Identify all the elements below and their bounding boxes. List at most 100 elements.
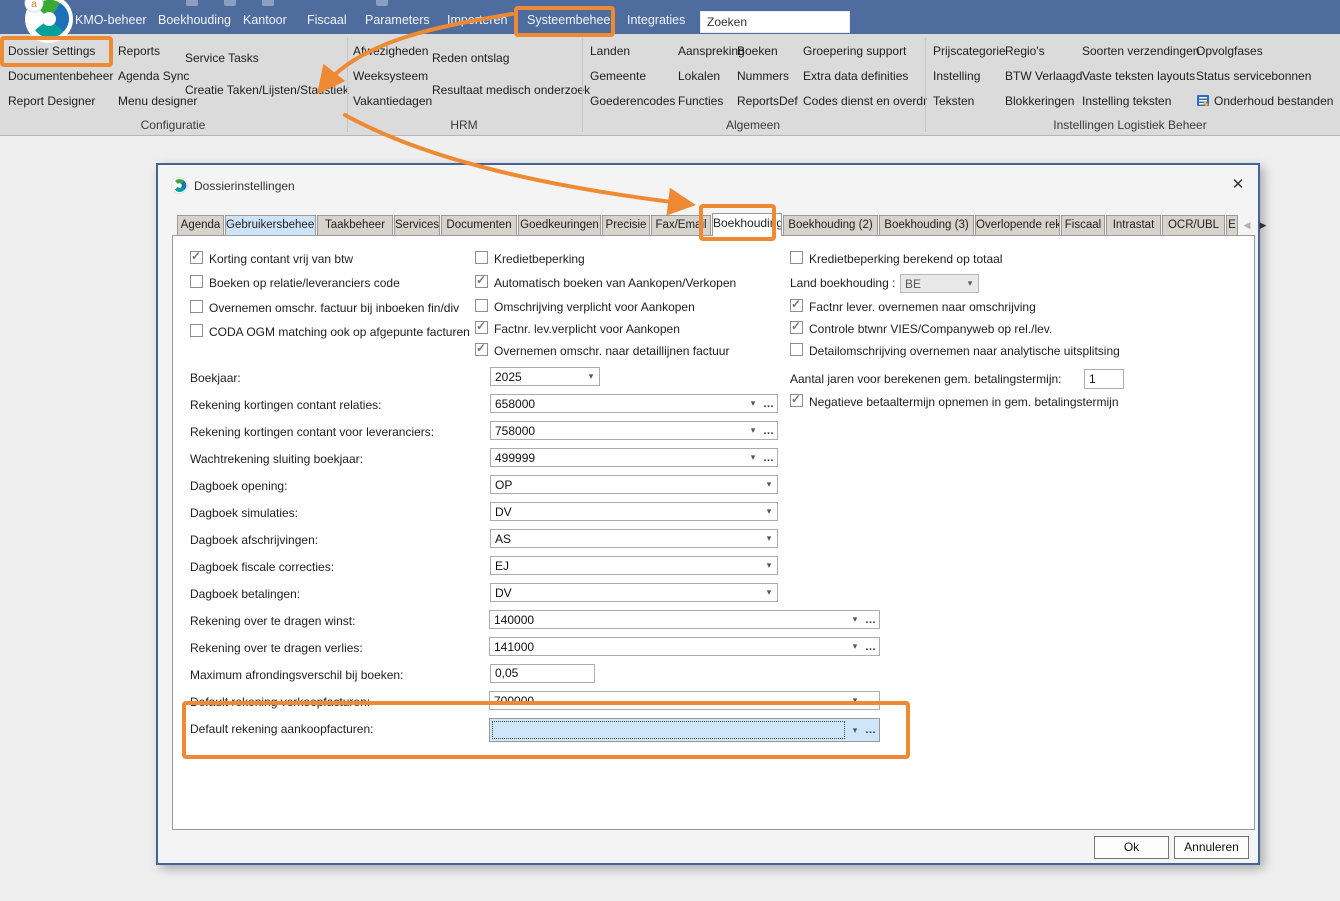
checkbox-controle-btwnr-vies[interactable]: ✓: [790, 321, 803, 334]
chevron-down-icon[interactable]: ▾: [761, 560, 777, 571]
ribbon-item-onderhoud-bestanden[interactable]: Onderhoud bestanden: [1214, 91, 1333, 111]
checkbox-negatieve-betaaltermijn[interactable]: ✓: [790, 394, 803, 407]
tab-scroll-left-icon[interactable]: ◀: [1239, 215, 1255, 236]
close-icon[interactable]: ✕: [1226, 173, 1250, 197]
ellipsis-button[interactable]: …: [761, 398, 777, 410]
chevron-down-icon[interactable]: ▾: [761, 506, 777, 517]
ribbon-item-functies[interactable]: Functies: [678, 91, 723, 111]
ribbon-item-status-servicebonnen[interactable]: Status servicebonnen: [1196, 66, 1311, 86]
tab-documenten[interactable]: Documenten: [441, 215, 517, 236]
ribbon-tab-importeren[interactable]: Importeren: [441, 9, 513, 32]
ellipsis-button[interactable]: …: [863, 695, 879, 707]
chevron-down-icon[interactable]: ▾: [761, 533, 777, 544]
ribbon-item-weeksysteem[interactable]: Weeksysteem: [353, 66, 428, 86]
ribbon-item-aanspreking[interactable]: Aanspreking: [678, 41, 745, 61]
rekening-verlies-combo[interactable]: 141000▾…: [489, 637, 880, 656]
ribbon-item-instelling[interactable]: Instelling: [933, 66, 980, 86]
ribbon-item-extra-data-definities[interactable]: Extra data definities: [803, 66, 908, 86]
checkbox-factnr-lev-verplicht[interactable]: ✓: [475, 321, 488, 334]
search-box[interactable]: [700, 11, 850, 33]
checkbox-kredietbeperking[interactable]: [475, 251, 488, 264]
ribbon-item-reports[interactable]: Reports: [118, 41, 160, 61]
checkbox-overnemen-omschr-detaillijnen[interactable]: ✓: [475, 343, 488, 356]
tab-partial[interactable]: E: [1226, 215, 1238, 236]
ribbon-item-creatie-taken[interactable]: Creatie Taken/Lijsten/Statistiek: [185, 80, 349, 100]
ribbon-item-report-designer[interactable]: Report Designer: [8, 91, 95, 111]
chevron-down-icon[interactable]: ▾: [761, 479, 777, 490]
ribbon-item-documentenbeheer[interactable]: Documentenbeheer: [8, 66, 113, 86]
ribbon-item-lokalen[interactable]: Lokalen: [678, 66, 720, 86]
ribbon-item-resultaat-medisch-onderzoek[interactable]: Resultaat medisch onderzoek: [432, 80, 590, 100]
rekening-kortingen-leveranciers-combo[interactable]: 758000▾…: [490, 421, 778, 440]
ribbon-item-teksten[interactable]: Teksten: [933, 91, 974, 111]
ribbon-item-vakantiedagen[interactable]: Vakantiedagen: [353, 91, 432, 111]
ribbon-tab-integraties[interactable]: Integraties: [621, 9, 691, 32]
dagboek-opening-combo[interactable]: OP▾: [490, 475, 778, 494]
ribbon-item-landen[interactable]: Landen: [590, 41, 630, 61]
ok-button[interactable]: Ok: [1094, 836, 1169, 859]
tab-fax-email[interactable]: Fax/Email: [651, 215, 711, 236]
dagboek-betalingen-combo[interactable]: DV▾: [490, 583, 778, 602]
rekening-kortingen-relaties-combo[interactable]: 658000▾…: [490, 394, 778, 413]
ribbon-item-prijscategorie[interactable]: Prijscategorie: [933, 41, 1006, 61]
ribbon-item-vaste-teksten-layouts[interactable]: Vaste teksten layouts: [1082, 66, 1195, 86]
max-afrondingsverschil-input[interactable]: 0,05: [490, 664, 595, 683]
checkbox-overnemen-omschr-fin-div[interactable]: [190, 300, 203, 313]
chevron-down-icon[interactable]: ▾: [745, 425, 761, 436]
chevron-down-icon[interactable]: ▾: [962, 278, 978, 289]
ellipsis-button[interactable]: …: [761, 452, 777, 464]
cancel-button[interactable]: Annuleren: [1174, 836, 1249, 859]
default-rekening-aankoopfacturen-combo[interactable]: ▾…: [489, 718, 880, 742]
tab-precisie[interactable]: Precisie: [602, 215, 650, 236]
ribbon-tab-kmo-beheer[interactable]: KMO-beheer: [69, 9, 153, 32]
ribbon-tab-systeembeheer[interactable]: Systeembeheer: [521, 9, 621, 32]
tab-boekhouding[interactable]: Boekhouding: [712, 213, 782, 236]
ribbon-item-boeken[interactable]: Boeken: [737, 41, 778, 61]
land-boekhouding-combo[interactable]: BE▾: [900, 274, 979, 293]
ribbon-tab-parameters[interactable]: Parameters: [359, 9, 436, 32]
checkbox-omschrijving-verplicht[interactable]: [475, 299, 488, 312]
checkbox-boeken-op-relatie[interactable]: [190, 275, 203, 288]
aantal-jaren-input[interactable]: 1: [1084, 369, 1124, 389]
boekjaar-combo[interactable]: 2025▾: [490, 367, 600, 386]
ribbon-tab-fiscaal[interactable]: Fiscaal: [301, 9, 353, 32]
tab-services[interactable]: Services: [394, 215, 440, 236]
ribbon-item-gemeente[interactable]: Gemeente: [590, 66, 646, 86]
checkbox-korting-contant[interactable]: ✓: [190, 251, 203, 264]
tab-overlopende-rekn[interactable]: Overlopende rekn.: [975, 215, 1060, 236]
ribbon-item-goederencodes[interactable]: Goederencodes: [590, 91, 675, 111]
tab-boekhouding-2[interactable]: Boekhouding (2): [783, 215, 878, 236]
ribbon-item-afwezigheden[interactable]: Afwezigheden: [353, 41, 428, 61]
ribbon-item-blokkeringen[interactable]: Blokkeringen: [1005, 91, 1074, 111]
chevron-down-icon[interactable]: ▾: [761, 587, 777, 598]
quick-access-icon[interactable]: [376, 0, 388, 6]
chevron-down-icon[interactable]: ▾: [583, 371, 599, 382]
tab-ocr-ubl[interactable]: OCR/UBL: [1162, 215, 1225, 236]
ellipsis-button[interactable]: …: [863, 614, 879, 626]
ribbon-item-menu-designer[interactable]: Menu designer: [118, 91, 197, 111]
tab-agenda[interactable]: Agenda: [177, 215, 224, 236]
ribbon-item-service-tasks[interactable]: Service Tasks: [185, 48, 259, 68]
checkbox-kredietbeperking-totaal[interactable]: [790, 251, 803, 264]
chevron-down-icon[interactable]: ▾: [847, 641, 863, 652]
ribbon-item-regios[interactable]: Regio's: [1005, 41, 1045, 61]
tab-gebruikersbeheer[interactable]: Gebruikersbeheer: [225, 215, 316, 236]
quick-access-icon[interactable]: [224, 0, 236, 6]
dagboek-fiscale-correcties-combo[interactable]: EJ▾: [490, 556, 778, 575]
ribbon-item-opvolgfases[interactable]: Opvolgfases: [1196, 41, 1263, 61]
dagboek-simulaties-combo[interactable]: DV▾: [490, 502, 778, 521]
ribbon-item-nummers[interactable]: Nummers: [737, 66, 789, 86]
search-input[interactable]: [705, 15, 864, 29]
tab-scroll-right-icon[interactable]: ▶: [1255, 215, 1271, 236]
ellipsis-button[interactable]: …: [863, 724, 879, 736]
rekening-winst-combo[interactable]: 140000▾…: [489, 610, 880, 629]
ribbon-item-btw-verlaagd[interactable]: BTW Verlaagd: [1005, 66, 1082, 86]
chevron-down-icon[interactable]: ▾: [847, 695, 863, 706]
default-rekening-verkoopfacturen-combo[interactable]: 700000▾…: [489, 691, 880, 710]
ribbon-item-instelling-teksten[interactable]: Instelling teksten: [1082, 91, 1171, 111]
quick-access-icon[interactable]: [262, 0, 274, 6]
ribbon-item-agenda-sync[interactable]: Agenda Sync: [118, 66, 189, 86]
ribbon-item-soorten-verzendingen[interactable]: Soorten verzendingen: [1082, 41, 1199, 61]
tab-boekhouding-3[interactable]: Boekhouding (3): [879, 215, 974, 236]
checkbox-detailomschrijving[interactable]: [790, 343, 803, 356]
